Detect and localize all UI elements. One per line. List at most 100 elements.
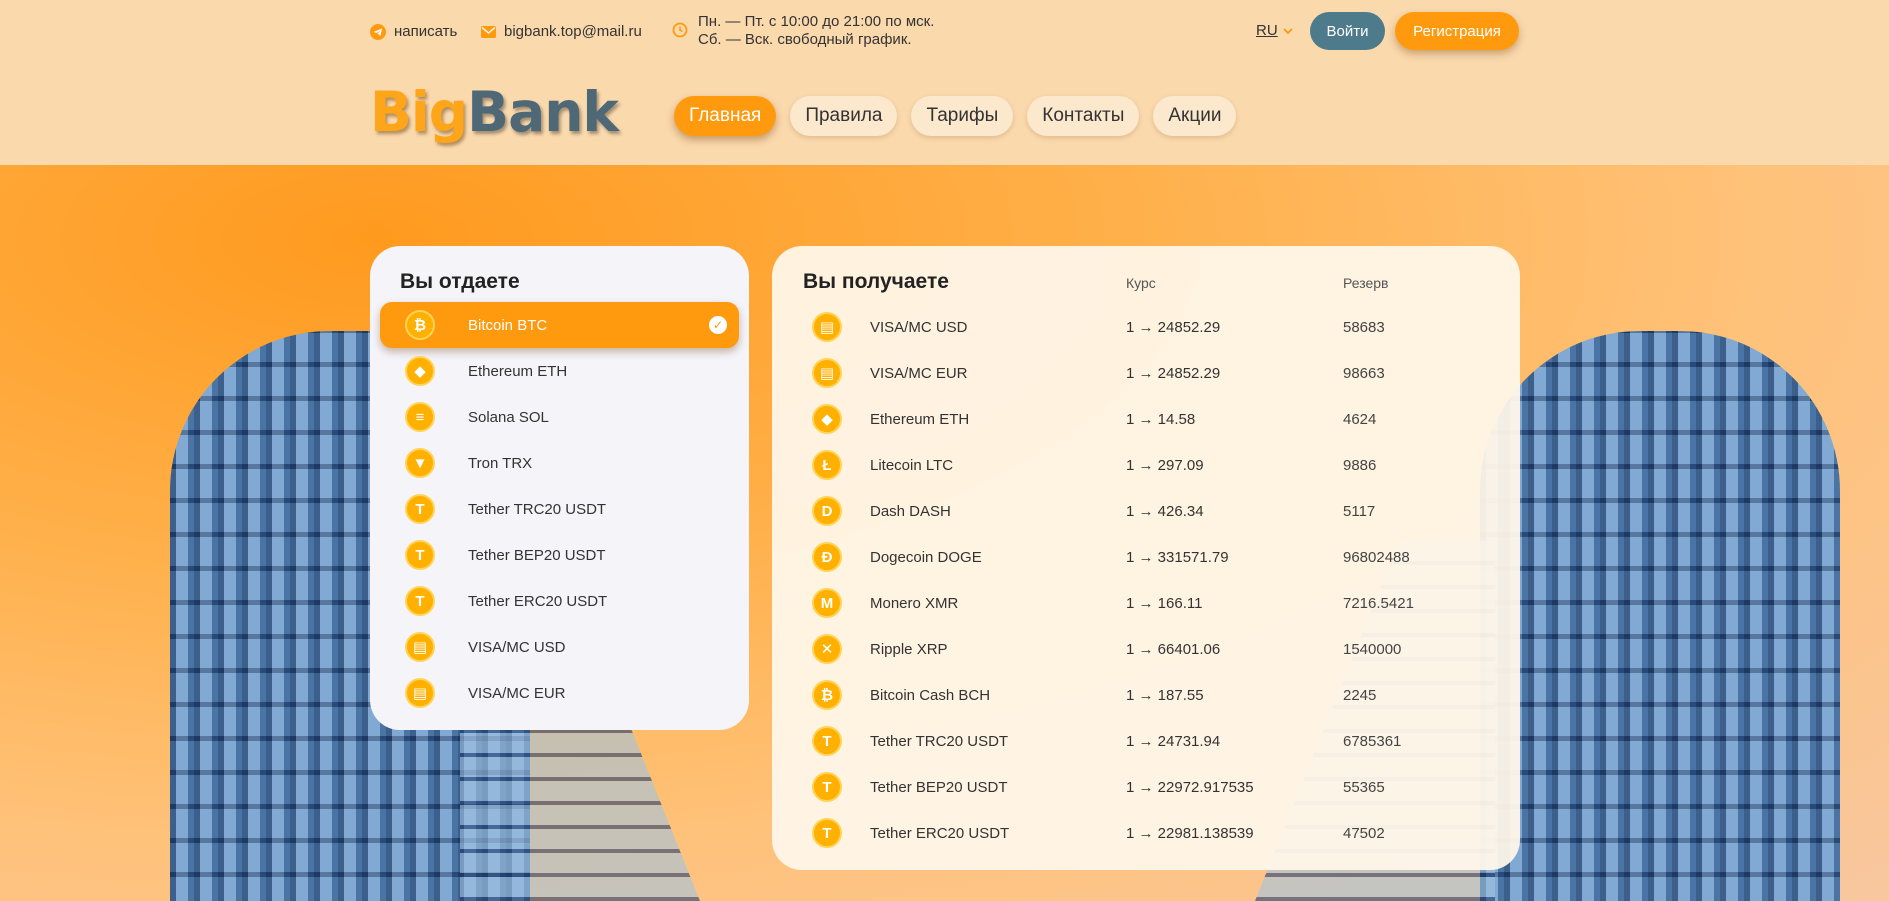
exchange-rate: 1 → 22981.138539 bbox=[1126, 824, 1254, 842]
currency-name: Litecoin LTC bbox=[870, 456, 954, 474]
reserve-amount: 58683 bbox=[1343, 318, 1385, 336]
currency-name: VISA/MC EUR bbox=[468, 684, 566, 702]
monero-icon: M bbox=[812, 588, 842, 618]
working-hours: Пн. — Пт. с 10:00 до 21:00 по мск. Сб. —… bbox=[672, 13, 934, 49]
site-header: написать bigbank.top@mail.ru Пн. — Пт. с… bbox=[0, 0, 1889, 165]
give-currency-item[interactable]: ₿ Bitcoin BTC ✓ bbox=[380, 302, 739, 348]
currency-name: Tether ERC20 USDT bbox=[870, 824, 1010, 842]
ethereum-icon: ◆ bbox=[405, 356, 435, 386]
give-currency-item[interactable]: ≡ Solana SOL bbox=[380, 394, 739, 440]
currency-name: Tether ERC20 USDT bbox=[468, 592, 608, 610]
tether-icon: T bbox=[812, 818, 842, 848]
reserve-amount: 98663 bbox=[1343, 364, 1385, 382]
currency-name: VISA/MC USD bbox=[870, 318, 968, 336]
tether-icon: T bbox=[812, 726, 842, 756]
receive-currency-item[interactable]: ✕ Ripple XRP 1 → 66401.06 1540000 bbox=[772, 626, 1520, 672]
receive-currency-item[interactable]: T Tether ERC20 USDT 1 → 22981.138539 47502 bbox=[772, 810, 1520, 856]
logo[interactable]: BigBank bbox=[370, 80, 619, 144]
check-icon: ✓ bbox=[709, 316, 727, 334]
language-selector[interactable]: RU bbox=[1256, 22, 1293, 39]
receive-panel: Вы получаете Курс Резерв ▤ VISA/MC USD 1 →… bbox=[772, 246, 1520, 870]
exchange-rate: 1 → 14.58 bbox=[1126, 410, 1196, 428]
receive-currency-item[interactable]: Ł Litecoin LTC 1 → 297.09 9886 bbox=[772, 442, 1520, 488]
dash-icon: D bbox=[812, 496, 842, 526]
currency-name: Dash DASH bbox=[870, 502, 951, 520]
reserve-amount: 5117 bbox=[1343, 502, 1376, 520]
currency-name: Bitcoin Cash BCH bbox=[870, 686, 991, 704]
hours-weekdays: Пн. — Пт. с 10:00 до 21:00 по мск. bbox=[698, 13, 935, 30]
give-currency-item[interactable]: T Tether TRC20 USDT bbox=[380, 486, 739, 532]
currency-name: Ethereum ETH bbox=[870, 410, 970, 428]
exchange-rate: 1 → 22972.917535 bbox=[1126, 778, 1254, 796]
tron-icon: ▼ bbox=[405, 448, 435, 478]
nav-item-0[interactable]: Главная bbox=[674, 96, 777, 136]
receive-currency-item[interactable]: Ð Dogecoin DOGE 1 → 331571.79 96802488 bbox=[772, 534, 1520, 580]
ripple-icon: ✕ bbox=[812, 634, 842, 664]
logo-part-bank: Bank bbox=[467, 80, 619, 144]
telegram-link[interactable]: написать bbox=[370, 23, 457, 40]
tether-icon: T bbox=[812, 772, 842, 802]
exchange-rate: 1 → 24852.29 bbox=[1126, 318, 1221, 336]
register-button[interactable]: Регистрация bbox=[1395, 12, 1519, 50]
reserve-amount: 55365 bbox=[1343, 778, 1385, 796]
receive-currency-item[interactable]: T Tether TRC20 USDT 1 → 24731.94 6785361 bbox=[772, 718, 1520, 764]
give-currency-item[interactable]: ▼ Tron TRX bbox=[380, 440, 739, 486]
email-address: bigbank.top@mail.ru bbox=[504, 23, 642, 40]
nav-item-1[interactable]: Правила bbox=[790, 96, 898, 136]
give-currency-list: ₿ Bitcoin BTC ✓ ◆ Ethereum ETH ≡ Solana SOL ▼ Tr… bbox=[370, 302, 749, 716]
building-image-right bbox=[1480, 331, 1840, 901]
exchange-rate: 1 → 187.55 bbox=[1126, 686, 1204, 704]
currency-name: Bitcoin BTC bbox=[468, 316, 548, 334]
currency-name: Ethereum ETH bbox=[468, 362, 568, 380]
solana-icon: ≡ bbox=[405, 402, 435, 432]
give-currency-item[interactable]: ◆ Ethereum ETH bbox=[380, 348, 739, 394]
give-currency-item[interactable]: T Tether ERC20 USDT bbox=[380, 578, 739, 624]
nav-item-4[interactable]: Акции bbox=[1153, 96, 1237, 136]
currency-name: Tether TRC20 USDT bbox=[468, 500, 607, 518]
language-label: RU bbox=[1256, 22, 1278, 39]
card-icon: ▤ bbox=[812, 312, 842, 342]
ethereum-icon: ◆ bbox=[812, 404, 842, 434]
reserve-amount: 47502 bbox=[1343, 824, 1385, 842]
exchange-rate: 1 → 24852.29 bbox=[1126, 364, 1221, 382]
tether-icon: T bbox=[405, 494, 435, 524]
give-currency-item[interactable]: ▤ VISA/MC USD bbox=[380, 624, 739, 670]
card-icon: ▤ bbox=[405, 632, 435, 662]
receive-currency-item[interactable]: ▤ VISA/MC EUR 1 → 24852.29 98663 bbox=[772, 350, 1520, 396]
receive-currency-list: ▤ VISA/MC USD 1 → 24852.29 58683 ▤ VISA/MC EU… bbox=[772, 304, 1520, 856]
exchange-rate: 1 → 331571.79 bbox=[1126, 548, 1229, 566]
receive-currency-item[interactable]: ₿ Bitcoin Cash BCH 1 → 187.55 2245 bbox=[772, 672, 1520, 718]
give-currency-item[interactable]: ▤ VISA/MC EUR bbox=[380, 670, 739, 716]
telegram-icon bbox=[370, 23, 386, 40]
login-button[interactable]: Войти bbox=[1310, 12, 1385, 50]
receive-currency-item[interactable]: ▤ VISA/MC USD 1 → 24852.29 58683 bbox=[772, 304, 1520, 350]
nav-item-2[interactable]: Тарифы bbox=[911, 96, 1014, 136]
give-currency-item[interactable]: T Tether BEP20 USDT bbox=[380, 532, 739, 578]
reserve-amount: 9886 bbox=[1343, 456, 1377, 474]
receive-currency-item[interactable]: D Dash DASH 1 → 426.34 5117 bbox=[772, 488, 1520, 534]
receive-currency-item[interactable]: ◆ Ethereum ETH 1 → 14.58 4624 bbox=[772, 396, 1520, 442]
receive-currency-item[interactable]: M Monero XMR 1 → 166.11 7216.5421 bbox=[772, 580, 1520, 626]
currency-name: Tron TRX bbox=[468, 454, 533, 472]
receive-currency-item[interactable]: T Tether BEP20 USDT 1 → 22972.917535 55365 bbox=[772, 764, 1520, 810]
reserve-amount: 6785361 bbox=[1343, 732, 1402, 750]
rate-column-header: Курс bbox=[1126, 275, 1156, 291]
bitcoin-icon: ₿ bbox=[405, 310, 435, 340]
currency-name: Dogecoin DOGE bbox=[870, 548, 982, 566]
bitcoin-cash-icon: ₿ bbox=[812, 680, 842, 710]
currency-name: Tether BEP20 USDT bbox=[870, 778, 1008, 796]
currency-name: Solana SOL bbox=[468, 408, 549, 426]
card-icon: ▤ bbox=[405, 678, 435, 708]
currency-name: VISA/MC USD bbox=[468, 638, 566, 656]
email-link[interactable]: bigbank.top@mail.ru bbox=[480, 23, 642, 40]
receive-title: Вы получаете bbox=[803, 270, 949, 293]
currency-name: Ripple XRP bbox=[870, 640, 948, 658]
give-title: Вы отдаете bbox=[400, 270, 520, 293]
receive-header: Вы получаете Курс Резерв bbox=[772, 270, 1520, 300]
reserve-amount: 1540000 bbox=[1343, 640, 1402, 658]
nav-item-3[interactable]: Контакты bbox=[1027, 96, 1140, 136]
tether-icon: T bbox=[405, 540, 435, 570]
exchange-rate: 1 → 66401.06 bbox=[1126, 640, 1221, 658]
exchange-rate: 1 → 297.09 bbox=[1126, 456, 1204, 474]
clock-icon bbox=[672, 22, 688, 38]
